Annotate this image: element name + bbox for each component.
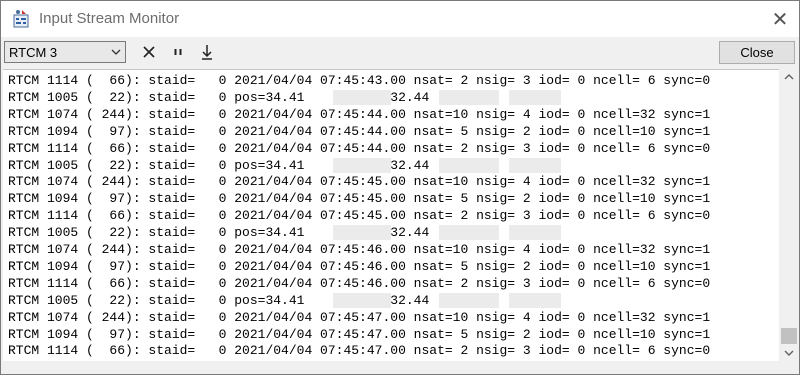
redacted-value <box>439 292 499 308</box>
redacted-value <box>509 292 561 308</box>
redacted-value <box>509 89 561 105</box>
log-line: RTCM 1074 ( 244): staid= 0 2021/04/04 07… <box>8 242 711 257</box>
log-line: RTCM 1074 ( 244): staid= 0 2021/04/04 07… <box>8 106 711 122</box>
window-close-icon[interactable]: ✕ <box>769 9 791 31</box>
log-line: RTCM 1114 ( 66): staid= 0 2021/04/04 07:… <box>8 208 711 224</box>
stream-select-value: RTCM 3 <box>9 45 58 60</box>
vertical-scrollbar[interactable] <box>780 69 798 361</box>
stream-select[interactable]: RTCM 3 <box>4 41 126 63</box>
log-line: RTCM 1094 ( 97): staid= 0 2021/04/04 07:… <box>8 258 711 274</box>
scroll-down-arrow-icon[interactable] <box>780 344 798 361</box>
scroll-up-arrow-icon[interactable] <box>780 69 798 86</box>
redacted-value <box>333 225 391 241</box>
redacted-value <box>509 157 561 173</box>
scrollbar-thumb[interactable] <box>781 328 797 344</box>
log-bottom-border <box>3 361 779 374</box>
chevron-down-icon <box>111 49 121 55</box>
toolbar: RTCM 3 Close <box>1 38 799 68</box>
redacted-value <box>333 157 391 173</box>
title-bar[interactable]: Input Stream Monitor ✕ <box>1 1 799 37</box>
redacted-value <box>439 225 499 241</box>
log-line: RTCM 1114 ( 66): staid= 0 2021/04/04 07:… <box>8 73 711 88</box>
app-icon <box>13 10 29 28</box>
log-line: RTCM 1094 ( 97): staid= 0 2021/04/04 07:… <box>8 326 711 342</box>
log-line: RTCM 1114 ( 66): staid= 0 2021/04/04 07:… <box>8 275 711 291</box>
redacted-value <box>333 89 391 105</box>
stream-log[interactable]: RTCM 1114 ( 66): staid= 0 2021/04/04 07:… <box>3 69 779 362</box>
scroll-down-icon[interactable] <box>197 42 217 62</box>
log-line: RTCM 1114 ( 66): staid= 0 2021/04/04 07:… <box>8 343 711 359</box>
log-line: RTCM 1094 ( 97): staid= 0 2021/04/04 07:… <box>8 191 711 207</box>
window-title: Input Stream Monitor <box>39 10 180 27</box>
log-line: RTCM 1094 ( 97): staid= 0 2021/04/04 07:… <box>8 123 711 139</box>
log-line: RTCM 1074 ( 244): staid= 0 2021/04/04 07… <box>8 309 711 325</box>
input-stream-monitor-window: Input Stream Monitor ✕ RTCM 3 Close RTCM… <box>0 0 800 375</box>
redacted-value <box>439 89 499 105</box>
pause-icon[interactable] <box>168 42 188 62</box>
log-line: RTCM 1114 ( 66): staid= 0 2021/04/04 07:… <box>8 140 711 156</box>
log-line: RTCM 1074 ( 244): staid= 0 2021/04/04 07… <box>8 174 711 190</box>
redacted-value <box>509 225 561 241</box>
close-button[interactable]: Close <box>719 41 795 64</box>
redacted-value <box>333 292 391 308</box>
redacted-value <box>439 157 499 173</box>
clear-icon[interactable] <box>139 42 159 62</box>
